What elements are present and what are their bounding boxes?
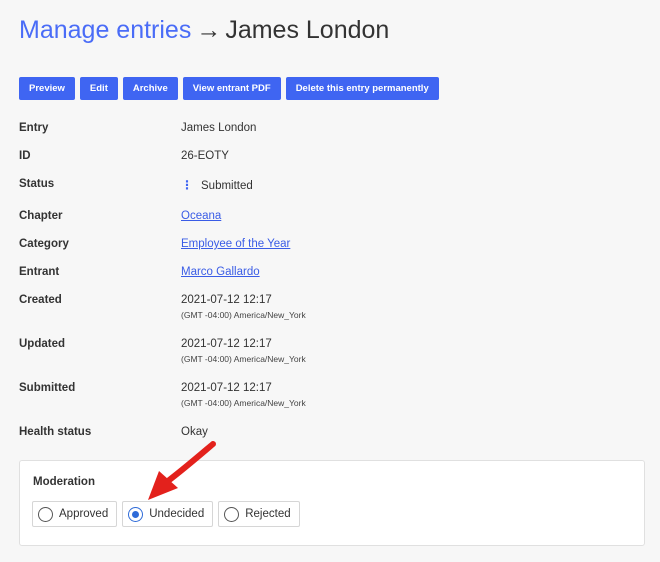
radio-circle-checked-icon[interactable] [128, 506, 144, 522]
delete-entry-button[interactable]: Delete this entry permanently [285, 77, 439, 100]
moderation-radio-group: Approved Undecided Rejected [32, 501, 300, 527]
entrant-link[interactable]: Marco Gallardo [181, 266, 260, 278]
submitted-timezone: (GMT -04:00) America/New_York [181, 398, 306, 408]
archive-button[interactable]: Archive [122, 77, 178, 100]
detail-label: Chapter [19, 210, 63, 222]
updated-timezone: (GMT -04:00) America/New_York [181, 354, 306, 364]
edit-button[interactable]: Edit [79, 77, 118, 100]
radio-label: Rejected [245, 508, 291, 520]
category-link[interactable]: Employee of the Year [181, 238, 290, 250]
detail-value: Employee of the Year [181, 238, 290, 250]
radio-circle-icon[interactable] [224, 506, 240, 522]
detail-label: Submitted [19, 382, 76, 394]
detail-value: Marco Gallardo [181, 266, 260, 278]
detail-label: Category [19, 238, 69, 250]
detail-label: ID [19, 150, 31, 162]
radio-undecided[interactable]: Undecided [122, 501, 214, 527]
detail-label: Health status [19, 426, 92, 438]
detail-label: Created [19, 294, 62, 306]
status-value: ⋮ Submitted [181, 179, 253, 192]
detail-value: James London [181, 122, 257, 134]
detail-value: 2021-07-12 12:17 (GMT -04:00) America/Ne… [181, 338, 306, 364]
detail-value: 26-EOTY [181, 150, 229, 162]
moderation-title: Moderation [33, 476, 95, 488]
radio-approved[interactable]: Approved [32, 501, 118, 527]
detail-label: Entry [19, 122, 49, 134]
status-text: Submitted [201, 180, 253, 192]
created-timezone: (GMT -04:00) America/New_York [181, 310, 306, 320]
preview-button[interactable]: Preview [19, 77, 75, 100]
breadcrumb-arrow-icon: → [196, 16, 222, 44]
view-entrant-pdf-button[interactable]: View entrant PDF [182, 77, 281, 100]
action-toolbar: Preview Edit Archive View entrant PDF De… [19, 77, 439, 100]
vertical-dots-icon[interactable]: ⋮ [181, 179, 193, 191]
updated-datetime: 2021-07-12 12:17 [181, 338, 272, 350]
radio-label: Approved [59, 508, 109, 520]
page-title: Manage entries → James London [19, 14, 389, 46]
detail-value: 2021-07-12 12:17 (GMT -04:00) America/Ne… [181, 294, 306, 320]
radio-circle-icon[interactable] [38, 506, 53, 522]
detail-value: 2021-07-12 12:17 (GMT -04:00) America/Ne… [181, 382, 306, 408]
breadcrumb-manage-entries[interactable]: Manage entries [19, 16, 191, 44]
detail-value: Okay [181, 426, 208, 438]
radio-label: Undecided [149, 508, 205, 520]
detail-label: Status [19, 178, 55, 190]
chapter-link[interactable]: Oceana [181, 210, 221, 222]
created-datetime: 2021-07-12 12:17 [181, 294, 272, 306]
detail-label: Updated [19, 338, 65, 350]
submitted-datetime: 2021-07-12 12:17 [181, 382, 272, 394]
radio-rejected[interactable]: Rejected [218, 501, 300, 527]
moderation-panel: Moderation Approved Undecided Rejected [19, 460, 645, 546]
detail-label: Entrant [19, 266, 60, 278]
detail-value: Oceana [181, 210, 221, 222]
entry-title: James London [225, 16, 390, 44]
